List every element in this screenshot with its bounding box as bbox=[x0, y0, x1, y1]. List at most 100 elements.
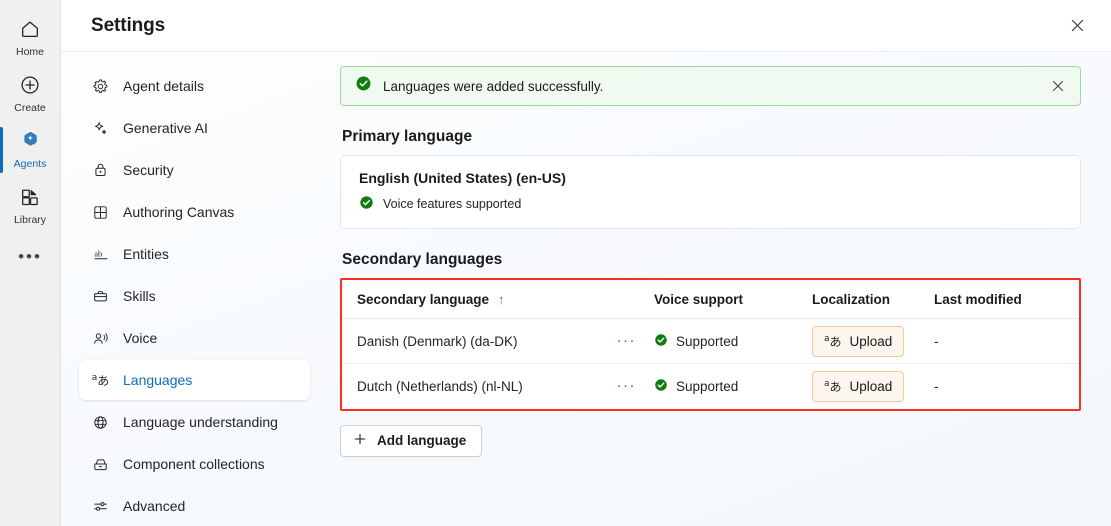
sort-ascending-icon: ↑ bbox=[497, 292, 505, 307]
cell-localization: aあ Upload bbox=[812, 364, 934, 409]
sidebar-label-skills: Skills bbox=[123, 288, 156, 304]
cell-language: Danish (Denmark) (da-DK) ··· bbox=[342, 318, 655, 364]
row-overflow-menu-button[interactable]: ··· bbox=[617, 333, 655, 348]
sidebar-label-agent-details: Agent details bbox=[123, 78, 204, 94]
upload-localization-button[interactable]: aあ Upload bbox=[812, 370, 905, 402]
sidebar-label-voice: Voice bbox=[123, 330, 158, 346]
rail-overflow-dots: ••• bbox=[18, 247, 42, 266]
row-voice-support-text: Supported bbox=[676, 333, 739, 349]
table-header-row: Secondary language ↑ Voice support Local… bbox=[342, 280, 1079, 319]
sidebar-label-advanced: Advanced bbox=[123, 498, 186, 514]
sidebar-label-authoring-canvas: Authoring Canvas bbox=[123, 204, 235, 220]
add-language-label: Add language bbox=[377, 433, 467, 448]
upload-button-label: Upload bbox=[849, 333, 893, 349]
table-row[interactable]: Dutch (Netherlands) (nl-NL) ··· Supporte… bbox=[342, 364, 1079, 409]
sidebar-item-advanced[interactable]: Advanced bbox=[79, 486, 310, 526]
row-language-name: Dutch (Netherlands) (nl-NL) bbox=[357, 378, 523, 394]
sidebar-item-entities[interactable]: ab Entities bbox=[79, 234, 310, 274]
cell-voice-support: Supported bbox=[654, 364, 812, 409]
rail-label-library: Library bbox=[13, 214, 47, 226]
component-box-icon bbox=[91, 455, 110, 474]
close-icon bbox=[1053, 81, 1063, 91]
sidebar-item-skills[interactable]: Skills bbox=[79, 276, 310, 316]
settings-window: Home Create Agents Library ••• Settings … bbox=[0, 0, 1111, 526]
upload-button-label: Upload bbox=[849, 378, 893, 394]
table-row[interactable]: Danish (Denmark) (da-DK) ··· Supported a… bbox=[342, 318, 1079, 364]
sidebar-item-generative-ai[interactable]: Generative AI bbox=[79, 108, 310, 148]
gear-icon bbox=[91, 77, 110, 96]
secondary-languages-heading: Secondary languages bbox=[342, 251, 503, 268]
column-header-last-modified[interactable]: Last modified bbox=[934, 280, 1079, 319]
sidebar-label-languages: Languages bbox=[123, 372, 193, 388]
briefcase-icon bbox=[91, 287, 110, 306]
dismiss-banner-button[interactable] bbox=[1044, 72, 1072, 100]
languages-content: Languages were added successfully. Prima… bbox=[324, 52, 1111, 526]
primary-language-value: English (United States) (en-US) bbox=[359, 170, 566, 186]
success-banner-text: Languages were added successfully. bbox=[383, 78, 604, 94]
sidebar-label-language-understanding: Language understanding bbox=[123, 414, 278, 430]
row-overflow-menu-button[interactable]: ··· bbox=[617, 378, 655, 393]
primary-voice-status-text: Voice features supported bbox=[383, 197, 522, 211]
add-language-button[interactable]: Add language bbox=[340, 424, 483, 457]
agents-sparkle-icon bbox=[16, 127, 44, 155]
settings-panel: Settings Agent details Generative AI Sec… bbox=[61, 0, 1111, 526]
success-banner: Languages were added successfully. bbox=[340, 66, 1081, 106]
rail-label-home: Home bbox=[15, 46, 44, 58]
settings-body: Agent details Generative AI Security Aut… bbox=[61, 52, 1111, 526]
sidebar-item-language-understanding[interactable]: Language understanding bbox=[79, 402, 310, 442]
upload-localization-button[interactable]: aあ Upload bbox=[812, 325, 905, 357]
svg-text:ab: ab bbox=[94, 249, 102, 258]
ab-underline-icon: ab bbox=[91, 245, 110, 264]
secondary-languages-highlight: Secondary language ↑ Voice support Local… bbox=[340, 278, 1081, 411]
local-language-icon: aあ bbox=[824, 333, 842, 349]
rail-label-agents: Agents bbox=[13, 158, 47, 170]
primary-language-card: English (United States) (en-US) Voice fe… bbox=[340, 155, 1081, 229]
cell-last-modified: - bbox=[934, 318, 1079, 364]
local-language-icon: aあ bbox=[91, 372, 110, 388]
rail-overflow-button[interactable]: ••• bbox=[0, 242, 61, 272]
column-header-secondary-language[interactable]: Secondary language ↑ bbox=[342, 280, 654, 319]
primary-voice-status: Voice features supported bbox=[359, 195, 1062, 213]
plus-circle-icon bbox=[16, 71, 44, 99]
sidebar-item-component-collections[interactable]: Component collections bbox=[79, 444, 310, 484]
sidebar-label-generative-ai: Generative AI bbox=[123, 120, 208, 136]
sidebar-item-languages[interactable]: aあ Languages bbox=[79, 360, 310, 400]
cell-localization: aあ Upload bbox=[812, 318, 934, 364]
local-language-icon: aあ bbox=[824, 378, 842, 394]
cell-language: Dutch (Netherlands) (nl-NL) ··· bbox=[342, 364, 654, 409]
column-label-secondary-language: Secondary language bbox=[357, 292, 490, 307]
success-check-icon bbox=[359, 195, 374, 213]
column-header-localization[interactable]: Localization bbox=[812, 280, 934, 319]
canvas-grid-icon bbox=[91, 203, 110, 222]
row-voice-support-text: Supported bbox=[676, 378, 739, 394]
plus-icon bbox=[353, 432, 367, 449]
cell-last-modified: - bbox=[934, 378, 939, 394]
secondary-languages-table: Secondary language ↑ Voice support Local… bbox=[342, 280, 1079, 409]
page-title: Settings bbox=[91, 14, 166, 36]
primary-language-heading: Primary language bbox=[342, 128, 473, 145]
sidebar-item-voice[interactable]: Voice bbox=[79, 318, 310, 358]
column-header-voice-support[interactable]: Voice support bbox=[654, 280, 812, 319]
close-icon bbox=[1071, 19, 1083, 32]
settings-header: Settings bbox=[61, 0, 1111, 52]
rail-label-create: Create bbox=[14, 102, 46, 114]
sidebar-label-component-collections: Component collections bbox=[123, 456, 265, 472]
rail-item-create[interactable]: Create bbox=[0, 64, 61, 120]
sliders-icon bbox=[91, 497, 110, 516]
globe-brain-icon bbox=[91, 413, 110, 432]
rail-item-agents[interactable]: Agents bbox=[0, 120, 61, 176]
rail-item-home[interactable]: Home bbox=[0, 8, 61, 64]
sidebar-item-authoring-canvas[interactable]: Authoring Canvas bbox=[79, 192, 310, 232]
global-nav-rail: Home Create Agents Library ••• bbox=[0, 0, 61, 526]
sparkle-icon bbox=[91, 119, 110, 138]
rail-item-library[interactable]: Library bbox=[0, 176, 61, 232]
close-settings-button[interactable] bbox=[1061, 10, 1093, 42]
library-icon bbox=[16, 183, 44, 211]
sidebar-item-security[interactable]: Security bbox=[79, 150, 310, 190]
home-icon bbox=[16, 15, 44, 43]
sidebar-label-security: Security bbox=[123, 162, 174, 178]
sidebar-item-agent-details[interactable]: Agent details bbox=[79, 66, 310, 106]
success-check-icon bbox=[654, 333, 668, 350]
row-language-name: Danish (Denmark) (da-DK) bbox=[357, 333, 518, 349]
cell-voice-support: Supported bbox=[654, 318, 812, 364]
